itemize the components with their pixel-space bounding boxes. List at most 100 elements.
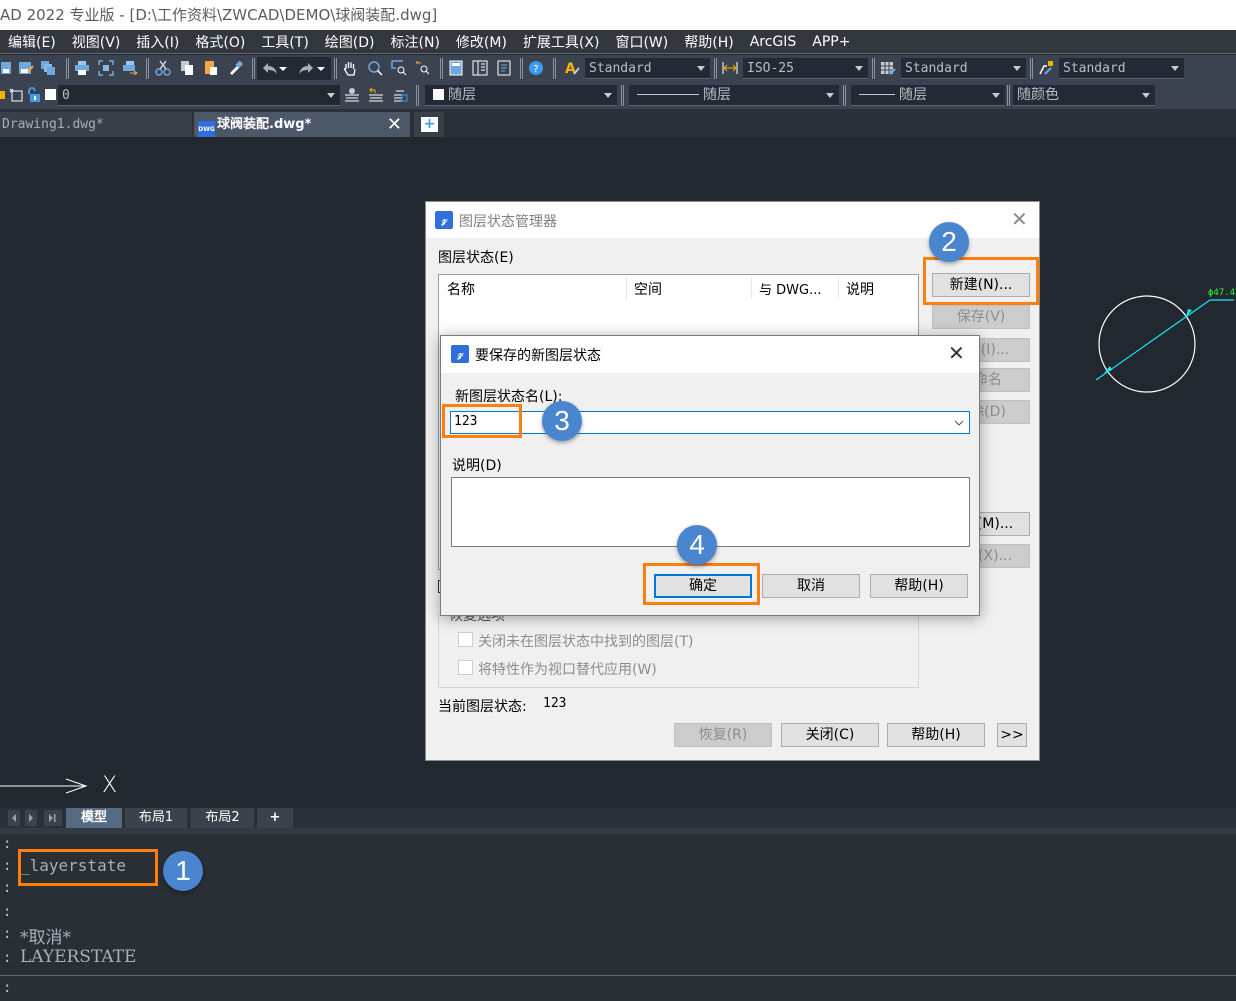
multileader-style-select[interactable]: Standard: [1059, 58, 1184, 79]
layer-previous-icon[interactable]: [368, 87, 384, 103]
redo-icon[interactable]: [298, 60, 314, 76]
match-properties-icon[interactable]: [228, 60, 244, 76]
zoom-previous-icon[interactable]: [415, 60, 431, 76]
menu-view[interactable]: 视图(V): [64, 32, 129, 52]
dimension-style-icon: [722, 62, 738, 74]
menu-format[interactable]: 格式(O): [187, 32, 253, 52]
chevron-down-icon[interactable]: [954, 419, 964, 427]
save-as-icon[interactable]: [18, 60, 34, 76]
close-button[interactable]: 关闭(C): [781, 723, 879, 747]
close-icon[interactable]: ✕: [948, 341, 965, 365]
app-icon: 𝓏: [435, 211, 453, 229]
dialog-title: 图层状态管理器: [459, 214, 557, 230]
zoom-realtime-icon[interactable]: [367, 60, 383, 76]
layer-select[interactable]: 0: [58, 85, 340, 106]
column-header-space[interactable]: 空间: [634, 279, 662, 299]
menu-express-tools[interactable]: 扩展工具(X): [515, 32, 608, 52]
close-icon[interactable]: ✕: [1011, 207, 1028, 231]
dimension-style-value: ISO-25: [747, 61, 794, 76]
doc-tab-active[interactable]: DWG 球阀装配.dwg* ✕: [194, 112, 410, 138]
toolbar-separator: [843, 85, 846, 106]
command-history-line: *取消*: [20, 928, 71, 948]
help-icon[interactable]: ?: [528, 60, 544, 76]
last-layout-button[interactable]: [44, 810, 62, 826]
plot-style-select[interactable]: 随颜色: [1013, 85, 1155, 106]
command-input-prompt[interactable]: :: [3, 980, 11, 996]
menu-help[interactable]: 帮助(H): [676, 32, 741, 52]
next-layout-button[interactable]: [25, 810, 37, 826]
copy-icon[interactable]: [179, 60, 195, 76]
layers-properties-toolbar: 0 随层 随层 随层 随颜色: [0, 82, 1236, 109]
help-button[interactable]: 帮助(H): [870, 574, 968, 598]
layout-tab-layout1[interactable]: 布局1: [125, 808, 187, 828]
column-header-same-as-dwg[interactable]: 与 DWG...: [759, 279, 821, 298]
menu-draw[interactable]: 绘图(D): [317, 32, 383, 52]
layer-unlock-icon[interactable]: [26, 87, 42, 103]
viewport-override-checkbox[interactable]: [458, 660, 473, 675]
menu-edit[interactable]: 编辑(E): [0, 32, 64, 52]
plot-preview-icon[interactable]: [98, 60, 114, 76]
redo-dropdown-icon[interactable]: [316, 60, 326, 76]
layer-states-icon[interactable]: [392, 87, 408, 103]
design-center-icon[interactable]: [472, 60, 488, 76]
layer-value: 0: [62, 88, 70, 103]
turn-off-layers-label: 关闭未在图层状态中找到的图层(T): [478, 634, 694, 650]
command-history-line: LAYERSTATE: [20, 947, 137, 967]
print-icon[interactable]: [74, 60, 90, 76]
layer-freeze-icon[interactable]: [8, 87, 24, 103]
cut-icon[interactable]: [155, 60, 171, 76]
lineweight-select[interactable]: 随层: [851, 85, 1005, 106]
menu-window[interactable]: 窗口(W): [607, 32, 676, 52]
column-header-name[interactable]: 名称: [447, 279, 475, 299]
table-style-icon: [881, 62, 896, 75]
menu-dimension[interactable]: 标注(N): [383, 32, 448, 52]
current-layer-state-label: 当前图层状态:: [438, 699, 527, 715]
restore-options-group: 恢复选项 关闭未在图层状态中找到的图层(T) 将特性作为视口替代应用(W): [438, 605, 919, 688]
expand-button[interactable]: >>: [997, 723, 1027, 747]
save-icon[interactable]: [0, 60, 16, 76]
color-select[interactable]: 随层: [425, 85, 617, 106]
dimension-style-select[interactable]: ISO-25: [743, 58, 868, 79]
paste-icon[interactable]: [203, 60, 219, 76]
chevron-down-icon: [826, 93, 834, 98]
column-divider: [751, 277, 752, 299]
pan-icon[interactable]: [342, 60, 358, 76]
new-tab-button[interactable]: +: [414, 112, 444, 137]
column-header-description[interactable]: 说明: [846, 279, 874, 299]
layer-on-icon[interactable]: [0, 87, 6, 103]
menu-app-plus[interactable]: APP+: [804, 34, 858, 50]
layout-tab-model[interactable]: 模型: [66, 808, 122, 828]
menu-modify[interactable]: 修改(M): [448, 32, 515, 52]
step1-highlight: [18, 849, 158, 886]
undo-dropdown-icon[interactable]: [278, 60, 288, 76]
save-all-icon[interactable]: [40, 60, 56, 76]
doc-tab-drawing1[interactable]: Drawing1.dwg*: [0, 112, 192, 137]
restore-button[interactable]: 恢复(R): [674, 723, 772, 747]
toolbar-separator: [872, 58, 875, 79]
app-icon: 𝓏: [451, 345, 469, 363]
turn-off-layers-checkbox[interactable]: [458, 632, 473, 647]
make-object-layer-current-icon[interactable]: [344, 87, 360, 103]
menu-tools[interactable]: 工具(T): [253, 32, 316, 52]
first-layout-button[interactable]: [8, 810, 20, 826]
column-divider: [838, 277, 839, 299]
menu-arcgis[interactable]: ArcGIS: [742, 34, 805, 50]
save-layer-state-button[interactable]: 保存(V): [932, 305, 1030, 329]
help-button[interactable]: 帮助(H): [887, 723, 985, 747]
linetype-select[interactable]: 随层: [629, 85, 839, 106]
properties-icon[interactable]: [448, 60, 464, 76]
layout-tab-layout2[interactable]: 布局2: [191, 808, 254, 828]
text-style-select[interactable]: Standard: [585, 58, 710, 79]
table-style-select[interactable]: Standard: [901, 58, 1026, 79]
undo-icon[interactable]: [262, 60, 278, 76]
close-tab-icon[interactable]: ✕: [387, 112, 402, 137]
cancel-button[interactable]: 取消: [762, 574, 860, 598]
new-layer-state-name-input[interactable]: 123: [450, 411, 970, 434]
plot-style-value: 随颜色: [1017, 87, 1059, 103]
zoom-window-icon[interactable]: [391, 60, 407, 76]
publish-icon[interactable]: [122, 60, 138, 76]
step4-badge: 4: [677, 525, 717, 565]
menu-insert[interactable]: 插入(I): [128, 32, 187, 52]
add-layout-button[interactable]: +: [257, 808, 293, 828]
tool-palettes-icon[interactable]: [496, 60, 512, 76]
